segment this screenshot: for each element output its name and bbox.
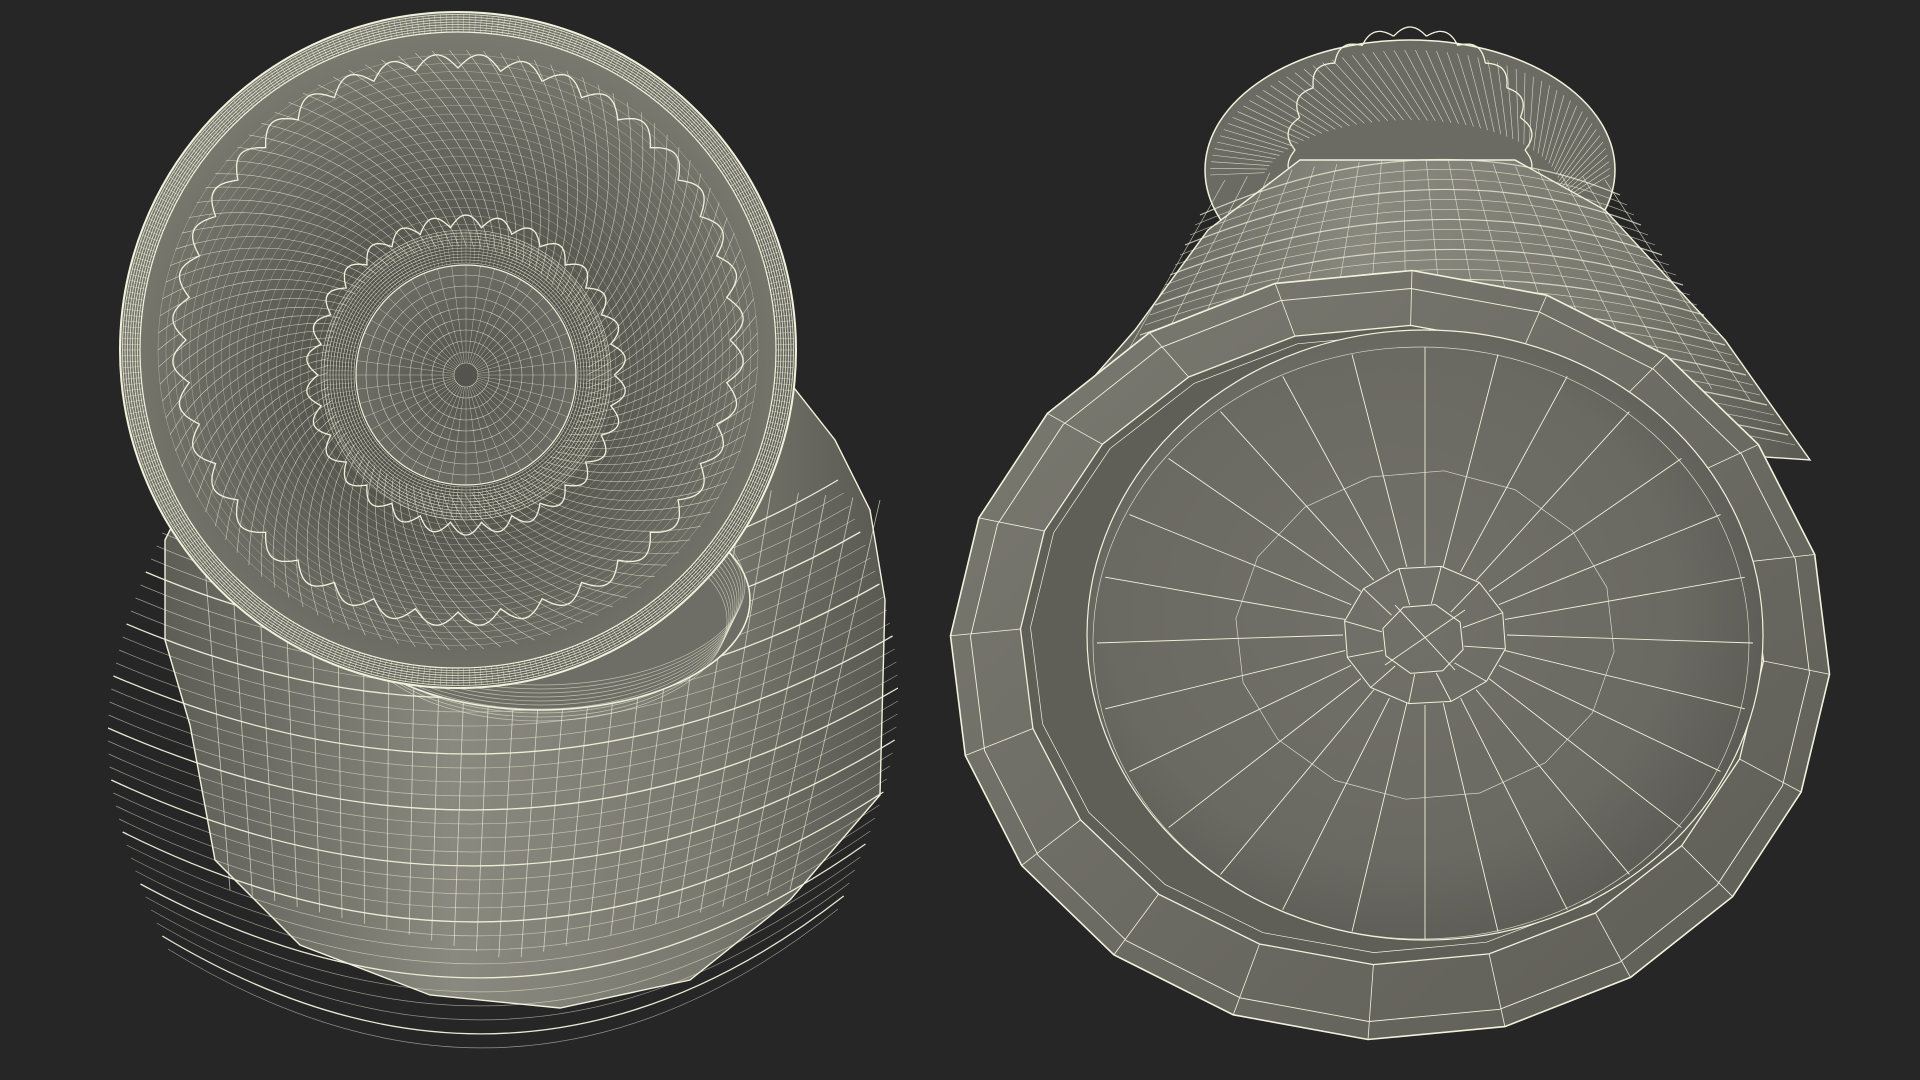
- vase-bottom-view: [949, 26, 1831, 1041]
- render-canvas: [107, 11, 1831, 1049]
- vase-top-view: [107, 11, 899, 1049]
- render-viewport: [0, 0, 1920, 1080]
